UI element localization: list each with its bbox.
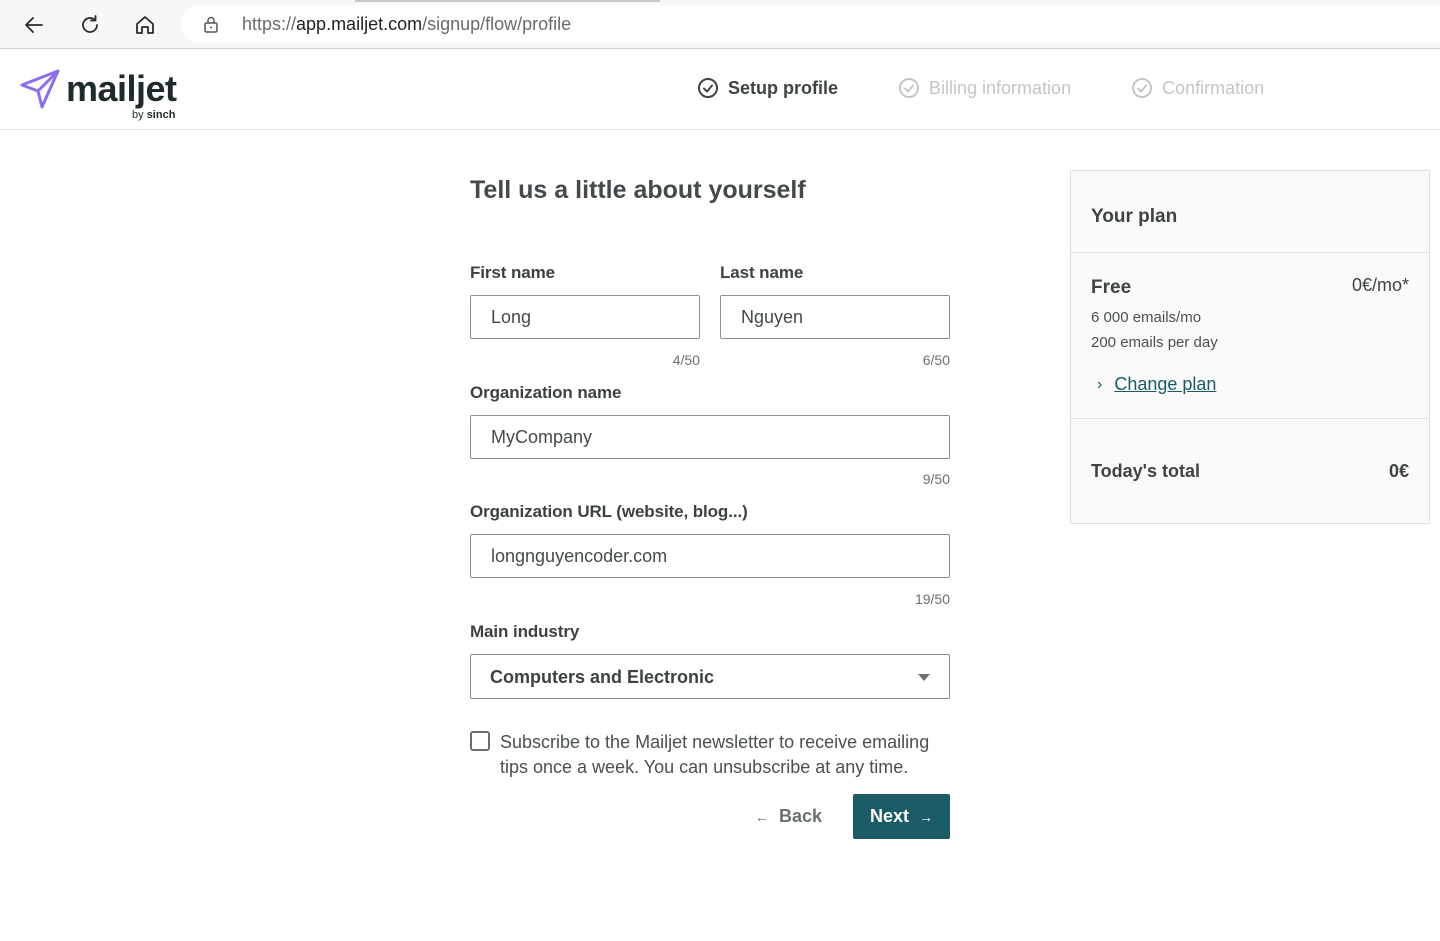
chevron-right-icon: ›: [1097, 375, 1103, 393]
todays-total-label: Today's total: [1091, 461, 1200, 481]
main-industry-label: Main industry: [470, 622, 580, 641]
organization-name-label: Organization name: [470, 383, 622, 402]
next-label: Next: [869, 806, 909, 826]
check-circle-icon: [1132, 78, 1153, 98]
check-circle-icon: [698, 78, 718, 98]
logo-byline: by sinch: [132, 109, 175, 121]
step-label: Setup profile: [728, 77, 839, 98]
caret-down-icon: [918, 674, 930, 681]
organization-name-input[interactable]: [470, 415, 950, 459]
plan-card-title: Your plan: [1091, 206, 1178, 227]
step-billing-information: Billing information: [898, 77, 1071, 99]
back-arrow-icon[interactable]: [18, 9, 50, 41]
arrow-right-icon: →: [919, 808, 933, 825]
lock-icon[interactable]: [202, 15, 220, 33]
todays-total-value: 0€: [1388, 461, 1409, 481]
main-industry-value: Computers and Electronic: [490, 667, 715, 687]
newsletter-checkbox[interactable]: [470, 731, 490, 751]
page-load-indicator: [355, 0, 660, 2]
plan-card-header: Your plan: [1071, 171, 1429, 253]
plan-price: 0€/mo*: [1351, 275, 1409, 295]
url-host: app.mailjet.com: [296, 14, 423, 34]
step-confirmation: Confirmation: [1131, 77, 1264, 99]
step-label: Billing information: [929, 77, 1072, 98]
first-name-input[interactable]: [470, 295, 700, 339]
logo-wordmark: mailjet: [66, 68, 177, 109]
organization-url-counter: 19/50: [914, 591, 950, 607]
organization-url-label: Organization URL (website, blog...): [470, 502, 748, 521]
organization-name-counter: 9/50: [922, 471, 950, 487]
back-label: Back: [779, 806, 823, 826]
change-plan-link[interactable]: › Change plan: [1097, 374, 1216, 395]
plan-details: Free 0€/mo* 6 000 emails/mo 200 emails p…: [1071, 253, 1429, 419]
organization-url-input[interactable]: [470, 534, 950, 578]
url-prefix: https://: [242, 14, 297, 34]
home-icon[interactable]: [129, 9, 161, 41]
newsletter-label[interactable]: Subscribe to the Mailjet newsletter to r…: [500, 730, 940, 780]
arrow-left-icon: ←: [755, 808, 769, 825]
first-name-counter: 4/50: [672, 352, 700, 368]
plan-summary-card: Your plan Free 0€/mo* 6 000 emails/mo 20…: [1070, 170, 1430, 524]
last-name-input[interactable]: [720, 295, 950, 339]
next-button[interactable]: Next →: [853, 794, 950, 839]
change-plan-label: Change plan: [1114, 374, 1217, 394]
back-button[interactable]: ← Back: [755, 806, 822, 827]
first-name-label: First name: [470, 263, 555, 282]
last-name-label: Last name: [720, 263, 804, 282]
url-path: /signup/flow/profile: [422, 14, 572, 34]
plan-emails-per-month: 6 000 emails/mo: [1091, 309, 1202, 326]
logo-sinch: sinch: [146, 109, 176, 121]
address-bar[interactable]: https://app.mailjet.com/signup/flow/prof…: [180, 5, 1440, 43]
page-title: Tell us a little about yourself: [470, 176, 806, 204]
step-setup-profile: Setup profile: [697, 77, 838, 99]
check-circle-icon: [899, 78, 920, 98]
reload-icon[interactable]: [74, 9, 106, 41]
plan-emails-per-day: 200 emails per day: [1091, 334, 1218, 351]
logo-by: by: [132, 109, 147, 121]
plan-name: Free: [1091, 277, 1132, 298]
last-name-counter: 6/50: [922, 352, 950, 368]
app-header: mailjet by sinch Setup profile Billing i…: [0, 50, 1440, 130]
paper-plane-icon: [20, 69, 60, 109]
browser-toolbar: https://app.mailjet.com/signup/flow/prof…: [0, 0, 1440, 49]
signup-steps: Setup profile Billing information Confir…: [697, 77, 1324, 99]
step-label: Confirmation: [1162, 77, 1265, 98]
main-industry-select[interactable]: Computers and Electronic: [470, 654, 950, 699]
url-text: https://app.mailjet.com/signup/flow/prof…: [242, 14, 571, 35]
